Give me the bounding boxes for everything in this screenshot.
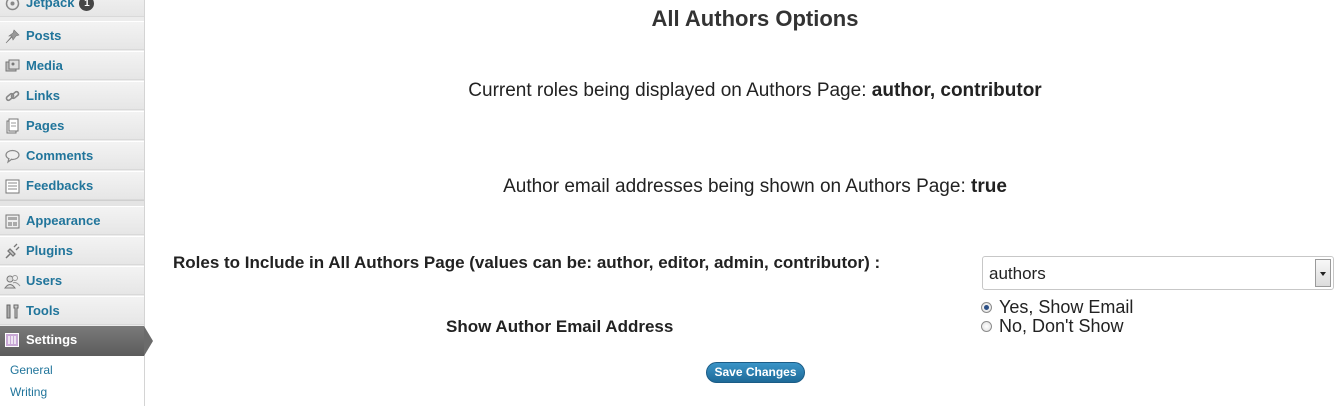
sidebar-item-label: Appearance bbox=[26, 213, 101, 228]
sidebar-item-label: Jetpack bbox=[26, 0, 75, 10]
sidebar-item-label: Tools bbox=[26, 303, 60, 318]
plug-icon bbox=[4, 243, 21, 260]
sidebar-item-label: Feedbacks bbox=[26, 178, 94, 193]
sidebar-item-tools[interactable]: Tools bbox=[0, 296, 144, 325]
sidebar-item-label: Links bbox=[26, 88, 60, 103]
link-icon bbox=[4, 88, 21, 105]
current-roles-line: Current roles being displayed on Authors… bbox=[300, 80, 1210, 102]
roles-input[interactable]: authors bbox=[989, 264, 1046, 284]
sidebar-item-comments[interactable]: Comments bbox=[0, 141, 144, 170]
comment-bubble-icon bbox=[4, 148, 21, 165]
feedback-form-icon bbox=[4, 178, 21, 195]
sidebar-item-label: Users bbox=[26, 273, 63, 288]
sidebar-item-posts[interactable]: Posts bbox=[0, 21, 144, 50]
settings-sliders-icon bbox=[4, 332, 21, 349]
users-icon bbox=[4, 273, 21, 290]
email-shown-line: Author email addresses being shown on Au… bbox=[300, 176, 1210, 198]
page-title: All Authors Options bbox=[651, 6, 859, 31]
email-shown-label: Author email addresses being shown on Au… bbox=[503, 176, 966, 197]
sidebar-item-label: Pages bbox=[26, 118, 65, 133]
admin-sidebar: Jetpack 1 Posts Media Links Pages Comment… bbox=[0, 0, 153, 406]
update-count-badge: 1 bbox=[79, 0, 95, 12]
sidebar-item-label: Posts bbox=[26, 28, 62, 43]
chevron-down-icon[interactable] bbox=[1315, 259, 1331, 287]
sidebar-item-label: Media bbox=[26, 58, 63, 73]
sidebar-item-appearance[interactable]: Appearance bbox=[0, 206, 144, 235]
save-changes-button[interactable]: Save Changes bbox=[706, 362, 805, 383]
submenu-item-general[interactable]: General bbox=[10, 363, 53, 377]
sidebar-item-plugins[interactable]: Plugins bbox=[0, 236, 144, 265]
pages-icon bbox=[4, 118, 21, 135]
media-icon bbox=[4, 58, 21, 75]
sidebar-item-label: Comments bbox=[26, 148, 94, 163]
sidebar-item-links[interactable]: Links bbox=[0, 81, 144, 110]
roles-combobox[interactable]: authors bbox=[982, 256, 1334, 290]
sidebar-item-settings[interactable]: Settings bbox=[0, 326, 153, 356]
sidebar-item-jetpack[interactable]: Jetpack 1 bbox=[0, 0, 144, 17]
settings-submenu: General Writing bbox=[0, 356, 144, 406]
sidebar-item-media[interactable]: Media bbox=[0, 51, 144, 80]
appearance-icon bbox=[4, 213, 21, 230]
current-roles-label: Current roles being displayed on Authors… bbox=[468, 80, 867, 101]
tools-icon bbox=[4, 303, 21, 320]
current-roles-value: author, contributor bbox=[871, 80, 1042, 101]
sidebar-item-label: Settings bbox=[26, 332, 78, 347]
email-shown-value: true bbox=[971, 176, 1007, 197]
email-field-label: Show Author Email Address bbox=[446, 317, 674, 336]
radio-no-label[interactable]: No, Don't Show bbox=[999, 316, 1124, 337]
sidebar-item-pages[interactable]: Pages bbox=[0, 111, 144, 140]
submenu-item-writing[interactable]: Writing bbox=[10, 385, 47, 399]
roles-field-label: Roles to Include in All Authors Page (va… bbox=[173, 253, 881, 272]
sidebar-item-label: Plugins bbox=[26, 243, 73, 258]
pushpin-icon bbox=[4, 28, 21, 45]
sidebar-item-users[interactable]: Users bbox=[0, 266, 144, 295]
radio-no-button[interactable] bbox=[981, 321, 992, 332]
radio-yes-label[interactable]: Yes, Show Email bbox=[999, 297, 1133, 318]
radio-yes-button[interactable] bbox=[981, 302, 992, 313]
sidebar-item-feedbacks[interactable]: Feedbacks bbox=[0, 171, 144, 200]
jetpack-icon bbox=[4, 0, 21, 12]
